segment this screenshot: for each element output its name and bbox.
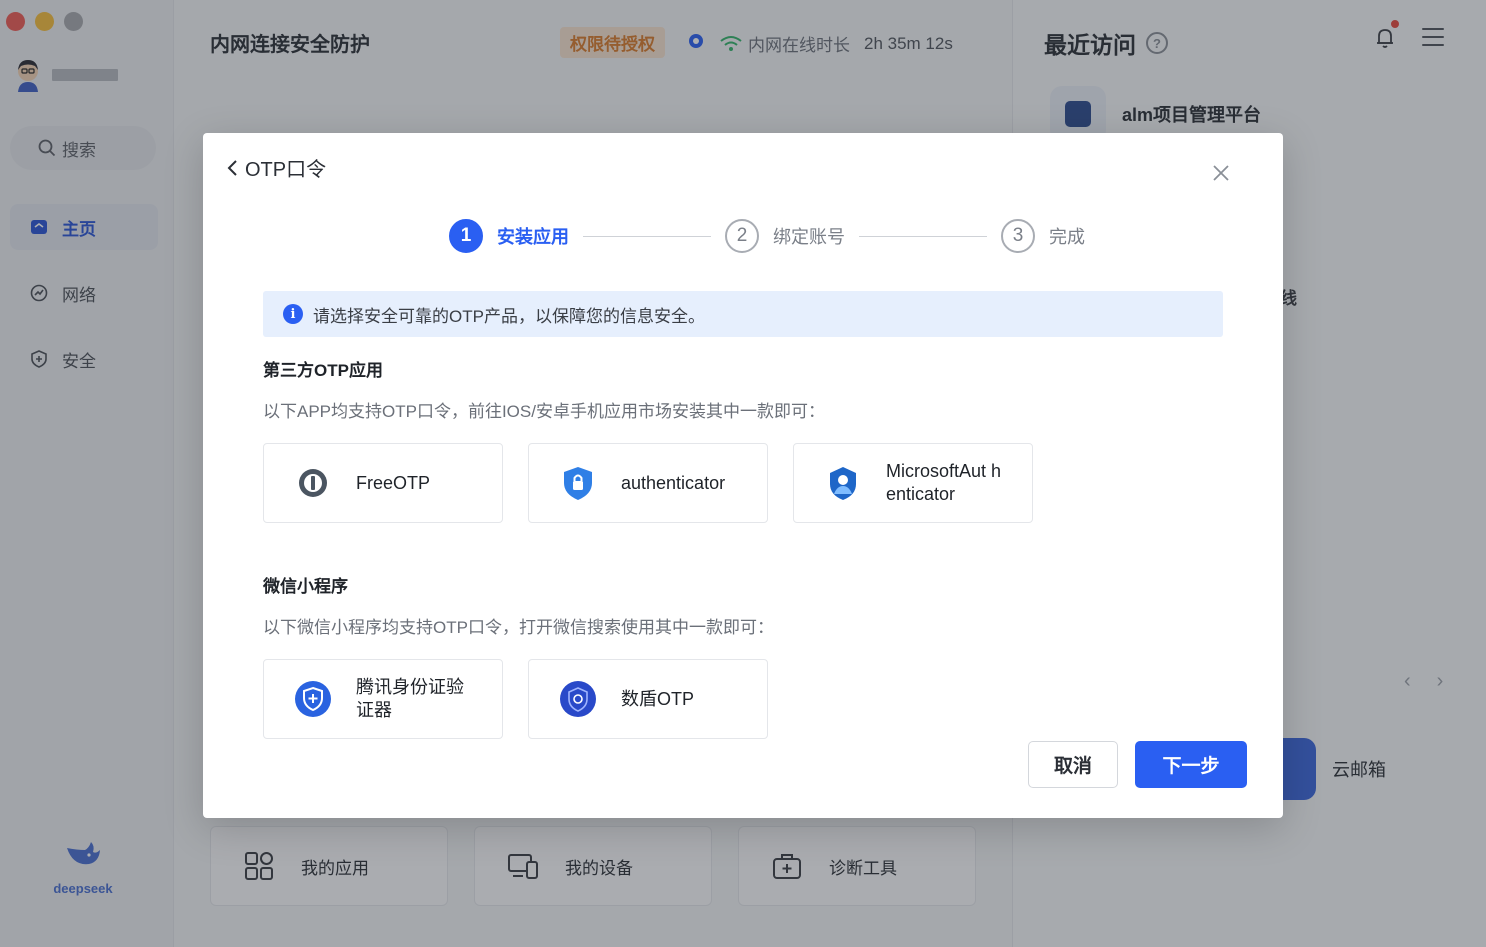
step-label: 绑定账号 <box>773 227 845 247</box>
step-connector <box>859 235 987 237</box>
app-card-freeotp[interactable]: FreeOTP <box>263 443 503 523</box>
close-icon[interactable] <box>1211 163 1231 183</box>
tencent-shield-icon <box>295 681 331 717</box>
cancel-button[interactable]: 取消 <box>1028 741 1118 788</box>
info-icon: i <box>283 304 303 324</box>
step-number: 2 <box>725 219 759 253</box>
authenticator-shield-icon <box>564 467 592 500</box>
app-card-tencent[interactable]: 腾讯身份证验证器 <box>263 659 503 739</box>
step-connector <box>583 235 711 237</box>
wechat-apps: 腾讯身份证验证器 数盾OTP <box>263 659 768 739</box>
info-text: 请选择安全可靠的OTP产品，以保障您的信息安全。 <box>313 306 705 326</box>
wechat-title: 微信小程序 <box>263 577 348 596</box>
app-name: 数盾OTP <box>621 688 695 709</box>
next-step-button[interactable]: 下一步 <box>1135 741 1247 788</box>
step-bind: 2 绑定账号 <box>725 219 845 253</box>
app-card-microsoft-authenticator[interactable]: MicrosoftAut henticator <box>793 443 1033 523</box>
back-button[interactable]: OTP口令 <box>225 153 326 182</box>
step-label: 完成 <box>1049 227 1085 247</box>
microsoft-authenticator-icon <box>830 467 856 500</box>
step-number: 3 <box>1001 219 1035 253</box>
step-number: 1 <box>449 219 483 253</box>
step-label: 安装应用 <box>497 227 569 247</box>
chevron-left-icon <box>227 159 237 176</box>
app-name: 腾讯身份证验证器 <box>356 677 464 720</box>
info-alert: i 请选择安全可靠的OTP产品，以保障您的信息安全。 <box>263 291 1223 337</box>
freeotp-icon <box>299 469 327 497</box>
app-name: FreeOTP <box>356 472 431 493</box>
app-name: MicrosoftAut henticator <box>886 461 1002 504</box>
app-card-shudun[interactable]: 数盾OTP <box>528 659 768 739</box>
app-card-authenticator[interactable]: authenticator <box>528 443 768 523</box>
otp-modal: OTP口令 1 安装应用 2 绑定账号 3 完成 i 请选择安全可靠的OTP产品… <box>203 133 1283 818</box>
app-name: authenticator <box>621 472 726 493</box>
step-done: 3 完成 <box>1001 219 1085 253</box>
shudun-icon <box>560 681 596 717</box>
third-party-desc: 以下APP均支持OTP口令，前往IOS/安卓手机应用市场安装其中一款即可： <box>263 402 825 421</box>
step-install: 1 安装应用 <box>449 219 569 253</box>
wechat-desc: 以下微信小程序均支持OTP口令，打开微信搜索使用其中一款即可： <box>263 618 774 637</box>
stepper: 1 安装应用 2 绑定账号 3 完成 <box>449 219 1085 253</box>
modal-title: OTP口令 <box>245 159 327 181</box>
third-party-apps: FreeOTP authenticator MicrosoftAut henti… <box>263 443 1033 523</box>
third-party-title: 第三方OTP应用 <box>263 361 383 380</box>
